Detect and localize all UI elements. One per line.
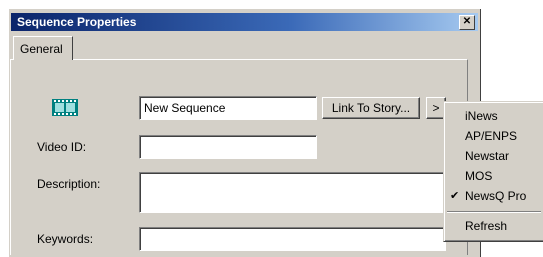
menu-item-label: NewsQ Pro [465, 189, 527, 203]
close-icon: ✕ [462, 16, 472, 27]
menu-item-ap-enps[interactable]: AP/ENPS [444, 126, 543, 146]
title-bar: Sequence Properties ✕ [11, 13, 478, 31]
menu-item-label: Newstar [465, 149, 510, 163]
video-id-input[interactable] [139, 135, 317, 159]
checkmark-icon: ✔ [450, 190, 460, 202]
menu-item-label: iNews [465, 109, 498, 123]
keywords-label: Keywords: [37, 232, 94, 246]
menu-item-newsq-pro[interactable]: ✔ NewsQ Pro [444, 186, 543, 206]
menu-item-newstar[interactable]: Newstar [444, 146, 543, 166]
menu-item-refresh[interactable]: Refresh [444, 216, 543, 236]
link-source-menu: iNews AP/ENPS Newstar MOS ✔ NewsQ Pro Re… [443, 101, 543, 242]
menu-item-label: Refresh [465, 219, 508, 233]
menu-item-mos[interactable]: MOS [444, 166, 543, 186]
link-to-story-button[interactable]: Link To Story... [322, 97, 420, 119]
menu-item-inews[interactable]: iNews [444, 106, 543, 126]
tab-general-label: General [20, 42, 63, 56]
film-strip-icon [52, 99, 78, 116]
close-button[interactable]: ✕ [459, 15, 475, 30]
sequence-name-input[interactable] [139, 96, 317, 120]
video-id-label: Video ID: [37, 140, 87, 154]
keywords-input[interactable] [139, 227, 446, 251]
description-label: Description: [37, 177, 101, 191]
chevron-right-icon: > [432, 101, 440, 115]
menu-separator [447, 211, 541, 213]
description-input[interactable] [139, 172, 446, 213]
menu-item-label: MOS [465, 169, 493, 183]
link-to-story-label: Link To Story... [331, 101, 411, 115]
dialog-title: Sequence Properties [17, 15, 137, 29]
menu-item-label: AP/ENPS [465, 129, 518, 143]
tab-general[interactable]: General [13, 36, 73, 60]
